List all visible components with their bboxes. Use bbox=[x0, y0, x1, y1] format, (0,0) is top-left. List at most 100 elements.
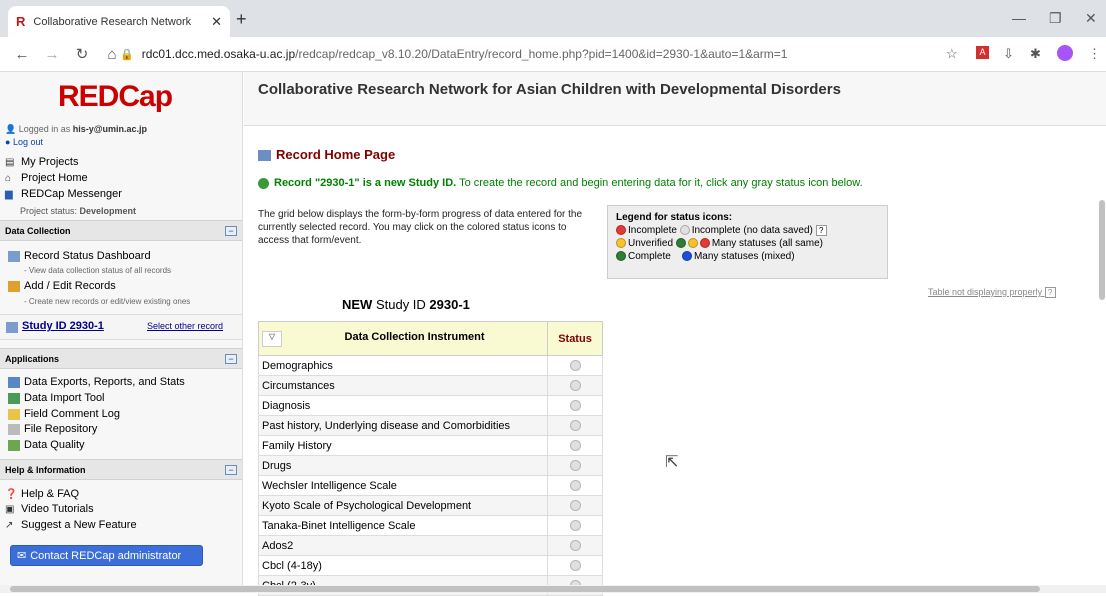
table-row: Demographics bbox=[258, 355, 603, 376]
scroll-thumb[interactable] bbox=[1099, 200, 1105, 300]
scroll-thumb[interactable] bbox=[10, 586, 1040, 592]
status-gray-icon[interactable] bbox=[569, 500, 581, 512]
status-gray-icon[interactable] bbox=[569, 360, 581, 372]
data-collection-header: Data Collection − bbox=[0, 220, 242, 241]
table-not-displaying-link[interactable]: Table not displaying properly ? bbox=[928, 287, 1056, 299]
status-cell bbox=[547, 555, 603, 576]
status-gray-icon[interactable] bbox=[569, 400, 581, 412]
table-row: Family History bbox=[258, 435, 603, 456]
video-tutorials-link[interactable]: ▣ Video Tutorials bbox=[5, 503, 94, 515]
browser-tab[interactable]: R Collaborative Research Network ✕ bbox=[8, 6, 230, 37]
status-gray-icon[interactable] bbox=[569, 560, 581, 572]
chat-icon: ▆ bbox=[5, 189, 13, 200]
sidebar: REDCap 👤 Logged in as his-y@umin.ac.jp ●… bbox=[0, 72, 243, 593]
edit-records-icon bbox=[8, 280, 20, 292]
home-icon: ⌂ bbox=[5, 173, 12, 184]
back-icon[interactable]: ← bbox=[14, 46, 30, 63]
reload-icon[interactable]: ↻ bbox=[74, 45, 90, 63]
instrument-header-label: Data Collection Instrument bbox=[344, 330, 485, 343]
collapse-icon[interactable]: − bbox=[225, 353, 237, 364]
record-home-icon bbox=[258, 150, 271, 162]
help-item-label: Suggest a New Feature bbox=[21, 519, 137, 531]
status-gray-icon[interactable] bbox=[569, 440, 581, 452]
bookmark-star-icon[interactable]: ☆ bbox=[946, 46, 958, 62]
status-cell bbox=[547, 515, 603, 536]
close-window-icon[interactable]: ✕ bbox=[1085, 10, 1097, 27]
quality-icon bbox=[8, 439, 20, 451]
instrument-column-header: ▽ Data Collection Instrument bbox=[258, 321, 548, 356]
my-projects-link[interactable]: ▤ My Projects bbox=[5, 156, 78, 168]
study-id-link[interactable]: Study ID 2930-1 bbox=[22, 320, 104, 332]
status-cell bbox=[547, 355, 603, 376]
instrument-name: Past history, Underlying disease and Com… bbox=[258, 415, 548, 436]
plus-circle-icon bbox=[258, 177, 269, 189]
username: his-y@umin.ac.jp bbox=[72, 124, 148, 134]
no-data-dot-icon bbox=[679, 225, 690, 236]
project-header: Collaborative Research Network for Asian… bbox=[244, 72, 1106, 126]
help-icon[interactable]: ? bbox=[815, 224, 827, 236]
new-record-bold: Record "2930-1" is a new Study ID. bbox=[274, 177, 457, 189]
pdf-extension-icon[interactable]: A bbox=[976, 46, 989, 59]
new-tab-button[interactable]: + bbox=[236, 9, 247, 30]
contact-admin-button[interactable]: ✉ Contact REDCap administrator bbox=[10, 545, 203, 566]
many-same-yellow-dot-icon bbox=[687, 238, 698, 249]
status-legend: Legend for status icons: Incomplete Inco… bbox=[607, 205, 888, 279]
film-icon: ▣ bbox=[5, 504, 15, 515]
app-item-label: File Repository bbox=[24, 423, 98, 435]
data-quality-link[interactable]: Data Quality bbox=[8, 439, 85, 451]
many-same-red-dot-icon bbox=[699, 238, 710, 249]
status-cell bbox=[547, 495, 603, 516]
menu-kebab-icon[interactable]: ⋮ bbox=[1088, 46, 1101, 62]
share-icon: ↗ bbox=[5, 520, 14, 531]
file-repository-link[interactable]: File Repository bbox=[8, 423, 97, 435]
add-edit-records-link[interactable]: Add / Edit Records bbox=[8, 280, 116, 292]
collapse-icon[interactable]: − bbox=[225, 464, 237, 475]
many-same-green-dot-icon bbox=[675, 238, 686, 249]
instrument-table: ▽ Data Collection Instrument Status Demog… bbox=[258, 321, 603, 596]
sort-icon[interactable]: ▽ bbox=[262, 330, 282, 347]
close-tab-icon[interactable]: ✕ bbox=[211, 14, 222, 30]
project-title: Collaborative Research Network for Asian… bbox=[258, 81, 841, 98]
logout-label: Log out bbox=[12, 137, 43, 147]
project-home-link[interactable]: ⌂ Project Home bbox=[5, 172, 88, 184]
incomplete-dot-icon bbox=[616, 225, 626, 236]
minimize-icon[interactable]: — bbox=[1012, 10, 1026, 26]
collapse-icon[interactable]: − bbox=[225, 225, 237, 236]
record-status-dashboard-link[interactable]: Record Status Dashboard bbox=[8, 250, 151, 262]
status-cell bbox=[547, 395, 603, 416]
messenger-link[interactable]: ▆ REDCap Messenger bbox=[5, 188, 122, 200]
vertical-scrollbar[interactable] bbox=[1098, 200, 1106, 580]
profile-avatar[interactable] bbox=[1057, 45, 1073, 61]
download-extension-icon[interactable]: ⇩ bbox=[1003, 46, 1014, 62]
help-icon[interactable]: ? bbox=[1044, 287, 1056, 299]
record-icon bbox=[6, 322, 18, 333]
instrument-name: Tanaka-Binet Intelligence Scale bbox=[258, 515, 548, 536]
instrument-name: Wechsler Intelligence Scale bbox=[258, 475, 548, 496]
help-faq-link[interactable]: ❓ Help & FAQ bbox=[5, 488, 79, 500]
new-label: NEW bbox=[342, 297, 373, 312]
address-bar[interactable]: 🔒 rdc01.dcc.med.osaka-u.ac.jp/redcap/red… bbox=[120, 43, 787, 65]
status-gray-icon[interactable] bbox=[569, 420, 581, 432]
url-host: rdc01.dcc.med.osaka-u.ac.jp bbox=[141, 47, 296, 61]
suggest-feature-link[interactable]: ↗ Suggest a New Feature bbox=[5, 519, 137, 531]
data-exports-link[interactable]: Data Exports, Reports, and Stats bbox=[8, 376, 185, 388]
status-gray-icon[interactable] bbox=[569, 540, 581, 552]
horizontal-scrollbar[interactable] bbox=[0, 585, 1106, 593]
status-gray-icon[interactable] bbox=[569, 460, 581, 472]
table-row: Past history, Underlying disease and Com… bbox=[258, 415, 603, 436]
home-icon[interactable]: ⌂ bbox=[104, 46, 120, 63]
legend-title: Legend for status icons: bbox=[616, 212, 733, 223]
select-other-record-link[interactable]: Select other record bbox=[147, 321, 223, 331]
maximize-icon[interactable]: ❐ bbox=[1049, 10, 1062, 27]
field-comment-log-link[interactable]: Field Comment Log bbox=[8, 408, 120, 420]
forward-icon[interactable]: → bbox=[44, 46, 60, 63]
status-gray-icon[interactable] bbox=[569, 520, 581, 532]
status-column-header: Status bbox=[547, 321, 603, 356]
redcap-logo[interactable]: REDCap bbox=[58, 80, 173, 114]
status-gray-icon[interactable] bbox=[569, 380, 581, 392]
table-row: Wechsler Intelligence Scale bbox=[258, 475, 603, 496]
extensions-puzzle-icon[interactable]: ✱ bbox=[1030, 46, 1041, 62]
status-gray-icon[interactable] bbox=[569, 480, 581, 492]
data-import-link[interactable]: Data Import Tool bbox=[8, 392, 105, 404]
logout-link[interactable]: ● Log out bbox=[5, 137, 43, 147]
